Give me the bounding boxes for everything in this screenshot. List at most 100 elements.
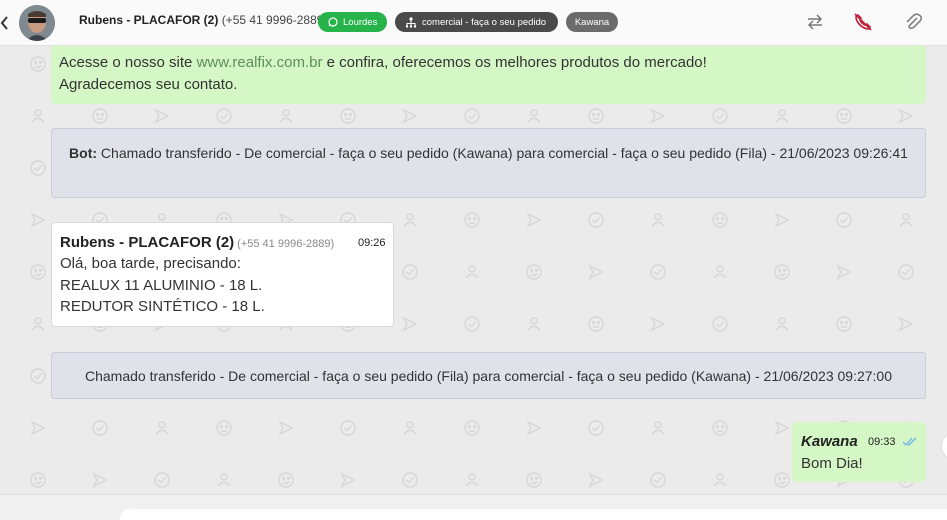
wallpaper-doodle bbox=[30, 472, 46, 488]
wallpaper-doodle bbox=[30, 368, 46, 384]
read-ticks-icon bbox=[902, 437, 917, 446]
wallpaper-doodle bbox=[278, 420, 294, 436]
website-link[interactable]: www.realfix.com.br bbox=[197, 54, 323, 71]
contact-name: Rubens - PLACAFOR (2) bbox=[79, 13, 219, 27]
wallpaper-doodle bbox=[588, 264, 604, 280]
message-line: REDUTOR SINTÉTICO - 18 L. bbox=[60, 298, 265, 315]
wallpaper-doodle bbox=[588, 420, 604, 436]
message-author: Kawana bbox=[801, 433, 858, 450]
wallpaper-doodle bbox=[340, 472, 356, 488]
wallpaper-doodle bbox=[216, 420, 232, 436]
wallpaper-doodle bbox=[898, 108, 914, 124]
message-line: Olá, boa tarde, precisando: bbox=[60, 255, 241, 272]
wallpaper-doodle bbox=[588, 472, 604, 488]
wallpaper-doodle bbox=[30, 212, 46, 228]
wallpaper-doodle bbox=[588, 108, 604, 124]
message-text: Bom Dia! bbox=[801, 455, 863, 472]
wallpaper-doodle bbox=[278, 472, 294, 488]
greeting-text-before: Acesse o nosso site bbox=[59, 54, 197, 71]
author-phone: (+55 41 9996-2889) bbox=[237, 238, 335, 250]
wallpaper-doodle bbox=[650, 316, 666, 332]
outgoing-message: Kawana 09:33 Bom Dia! bbox=[792, 422, 926, 482]
wallpaper-doodle bbox=[217, 473, 231, 487]
wallpaper-doodle bbox=[402, 264, 418, 280]
wallpaper-doodle bbox=[527, 109, 541, 123]
system-text: Chamado transferido - De comercial - faç… bbox=[97, 145, 908, 161]
wallpaper-doodle bbox=[650, 108, 666, 124]
wallpaper-doodle bbox=[712, 420, 728, 436]
sitemap-icon bbox=[405, 16, 417, 28]
wallpaper-doodle bbox=[31, 109, 45, 123]
wallpaper-doodle bbox=[713, 473, 727, 487]
contact-title: Rubens - PLACAFOR (2) (+55 41 9996-2889) bbox=[79, 13, 327, 27]
author-name: Rubens - PLACAFOR (2) bbox=[60, 234, 235, 251]
system-message-transfer-2: Chamado transferido - De comercial - faç… bbox=[51, 352, 926, 399]
incoming-message: Rubens - PLACAFOR (2) (+55 41 9996-2889) … bbox=[51, 222, 394, 327]
wallpaper-doodle bbox=[836, 212, 852, 228]
wallpaper-doodle bbox=[713, 265, 727, 279]
wallpaper-doodle bbox=[526, 212, 542, 228]
wallpaper-doodle bbox=[402, 472, 418, 488]
greeting-line-1: Acesse o nosso site www.realfix.com.br e… bbox=[59, 52, 707, 74]
wallpaper-doodle bbox=[774, 212, 790, 228]
wallpaper-doodle bbox=[836, 316, 852, 332]
agent-chip[interactable]: Kawana bbox=[566, 12, 618, 32]
wallpaper-doodle bbox=[464, 420, 480, 436]
wallpaper-doodle bbox=[650, 264, 666, 280]
wallpaper-doodle bbox=[155, 421, 169, 435]
wallpaper-doodle bbox=[92, 108, 108, 124]
system-text: Chamado transferido - De comercial - faç… bbox=[85, 368, 892, 384]
wallpaper-doodle bbox=[836, 264, 852, 280]
wallpaper-doodle bbox=[402, 316, 418, 332]
wallpaper-doodle bbox=[712, 316, 728, 332]
wallpaper-doodle bbox=[340, 108, 356, 124]
wallpaper-doodle bbox=[402, 108, 418, 124]
wallpaper-doodle bbox=[898, 316, 914, 332]
message-time: 09:33 bbox=[868, 436, 896, 448]
wallpaper-doodle bbox=[465, 473, 479, 487]
wallpaper-doodle bbox=[588, 316, 604, 332]
wallpaper-doodle bbox=[712, 108, 728, 124]
system-message-transfer-1: Bot: Chamado transferido - De comercial … bbox=[51, 128, 926, 198]
wallpaper-doodle bbox=[774, 420, 790, 436]
system-prefix: Bot: bbox=[69, 145, 98, 161]
paperclip-icon[interactable] bbox=[903, 12, 923, 32]
transfer-icon[interactable] bbox=[805, 12, 825, 32]
wallpaper-doodle bbox=[774, 472, 790, 488]
whatsapp-user-chip[interactable]: Lourdes bbox=[318, 12, 387, 32]
composer-bar bbox=[0, 494, 947, 520]
whatsapp-icon bbox=[328, 17, 338, 27]
wallpaper-doodle bbox=[899, 213, 913, 227]
chevron-left-icon[interactable] bbox=[0, 14, 10, 32]
contact-phone: (+55 41 9996-2889) bbox=[221, 13, 328, 27]
avatar[interactable] bbox=[19, 5, 55, 41]
message-author: Rubens - PLACAFOR (2) (+55 41 9996-2889) bbox=[60, 234, 334, 251]
message-time: 09:26 bbox=[358, 237, 386, 249]
wallpaper-doodle bbox=[464, 316, 480, 332]
wallpaper-doodle bbox=[279, 109, 293, 123]
wallpaper-doodle bbox=[30, 160, 46, 176]
wallpaper-doodle bbox=[216, 108, 232, 124]
wallpaper-doodle bbox=[31, 317, 45, 331]
wallpaper-doodle bbox=[403, 213, 417, 227]
whatsapp-user-label: Lourdes bbox=[343, 16, 378, 28]
wallpaper-doodle bbox=[30, 420, 46, 436]
wallpaper-doodle bbox=[154, 108, 170, 124]
wallpaper-doodle bbox=[92, 472, 108, 488]
message-input[interactable] bbox=[120, 509, 947, 520]
wallpaper-doodle bbox=[464, 108, 480, 124]
wallpaper-doodle bbox=[774, 264, 790, 280]
wallpaper-doodle bbox=[526, 420, 542, 436]
wallpaper-doodle bbox=[836, 108, 852, 124]
wallpaper-doodle bbox=[154, 472, 170, 488]
wallpaper-doodle bbox=[651, 213, 665, 227]
queue-chip[interactable]: comercial - faça o seu pedido bbox=[395, 12, 558, 32]
wallpaper-doodle bbox=[30, 264, 46, 280]
wallpaper-doodle bbox=[526, 472, 542, 488]
chat-header: Rubens - PLACAFOR (2) (+55 41 9996-2889)… bbox=[0, 0, 947, 46]
wallpaper-doodle bbox=[712, 212, 728, 228]
end-call-icon[interactable] bbox=[853, 12, 873, 32]
wallpaper-doodle bbox=[526, 264, 542, 280]
wallpaper-doodle bbox=[527, 317, 541, 331]
wallpaper-doodle bbox=[898, 264, 914, 280]
